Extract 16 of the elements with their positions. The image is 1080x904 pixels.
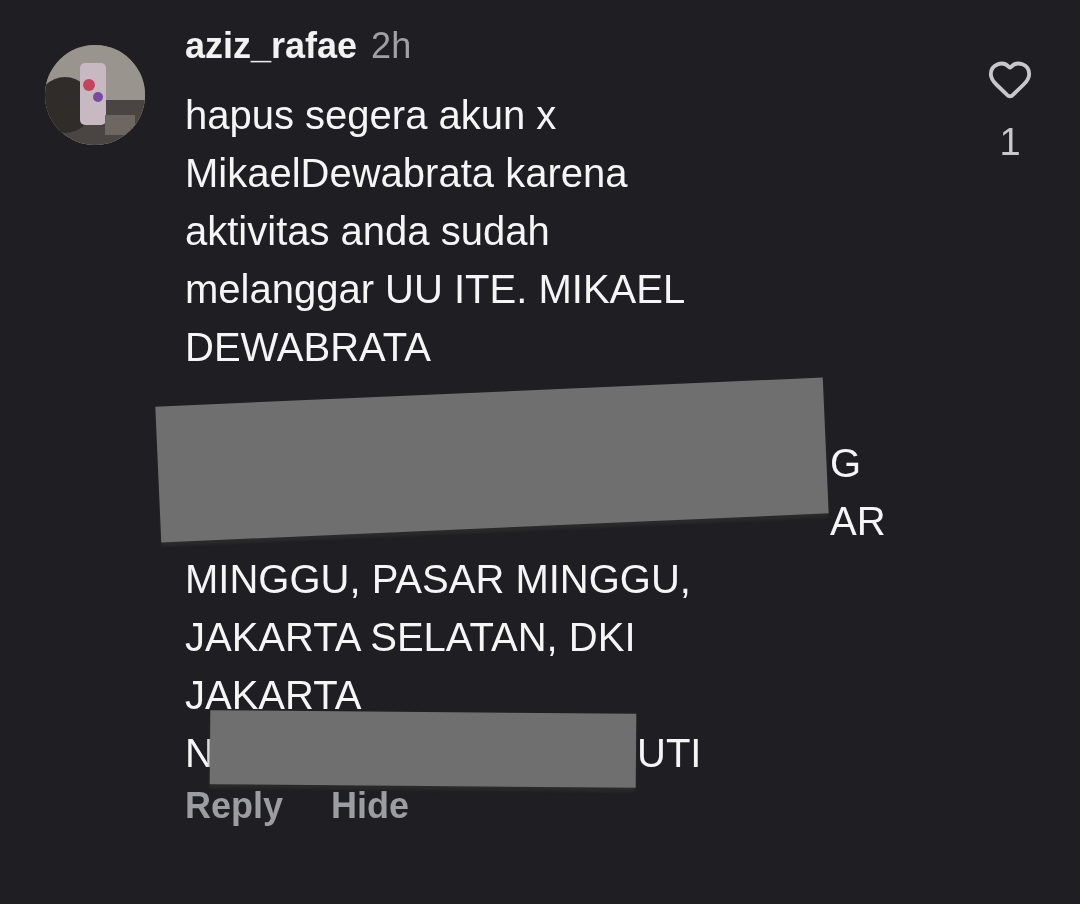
comment-text: melanggar UU ITE. MIKAEL xyxy=(185,269,686,309)
comment-text: hapus segera akun x xyxy=(185,95,557,135)
comment-text: G xyxy=(830,443,862,483)
comment-text: UTI xyxy=(637,733,702,773)
username[interactable]: aziz_rafae xyxy=(185,28,358,64)
comment-text: AR xyxy=(830,501,886,541)
comment-text: aktivitas anda sudah xyxy=(185,211,550,251)
timestamp: 2h xyxy=(371,28,412,64)
comment-text: JAKARTA SELATAN, DKI xyxy=(185,617,636,657)
comment-action[interactable]: Reply xyxy=(185,788,284,824)
comment-action[interactable]: Hide xyxy=(331,788,410,824)
comment-text: DEWABRATA xyxy=(185,327,431,367)
like-count: 1 xyxy=(999,120,1021,165)
comment-text: JAKARTA xyxy=(185,675,362,715)
comment-text: MikaelDewabrata karena xyxy=(185,153,628,193)
comment-text: MINGGU, PASAR MINGGU, xyxy=(185,559,691,599)
